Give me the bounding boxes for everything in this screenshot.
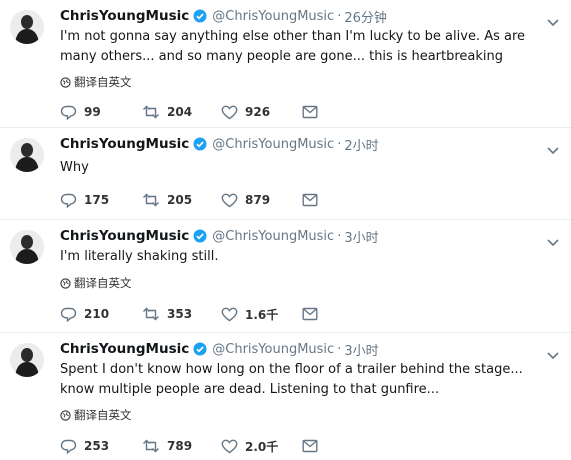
retweet-button[interactable]: 789 [142,439,192,453]
like-button[interactable]: 879 [221,193,270,208]
reply-button[interactable]: 210 [60,307,109,322]
tweet-text: I'm literally shaking still. [60,249,219,264]
retweet-count: 204 [167,105,193,119]
author-name[interactable]: ChrisYoungMusic [60,228,189,244]
retweet-icon [143,307,159,321]
timestamp[interactable]: 3小时 [344,227,378,246]
tweet-actions: 175 205 879 [60,191,360,209]
timestamp[interactable]: 2小时 [344,135,378,154]
envelope-icon [302,307,318,321]
globe-icon [60,409,71,421]
envelope-icon [302,439,318,453]
retweet-button[interactable]: 353 [142,307,192,321]
reply-button[interactable]: 175 [60,193,109,208]
reply-count: 99 [84,105,101,119]
heart-icon [221,439,238,453]
translate-link[interactable]: 翻译自英文 [60,74,132,90]
reply-icon [60,439,77,454]
timestamp[interactable]: 26分钟 [344,7,387,26]
like-count: 879 [245,193,271,207]
like-count: 2.0千 [245,439,279,454]
tweet-actions: 210 353 1.6千 [60,305,360,323]
chevron-down-icon[interactable] [547,140,559,159]
tweet-header: ChrisYoungMusic @ChrisYoungMusic · 3小时 [60,339,541,359]
author-name[interactable]: ChrisYoungMusic [60,136,189,152]
like-button[interactable]: 1.6千 [221,306,278,323]
separator-dot: · [337,136,342,152]
verified-badge-icon [193,342,207,356]
message-button[interactable] [302,105,318,119]
verified-badge-icon [193,229,207,243]
avatar[interactable] [10,138,44,172]
heart-icon [221,307,238,321]
heart-icon [221,105,238,119]
avatar[interactable] [10,343,44,377]
retweet-count: 789 [167,439,193,453]
heart-icon [221,193,238,207]
translate-link[interactable]: 翻译自英文 [60,407,132,423]
separator-dot: · [337,8,342,24]
verified-badge-icon [193,9,207,23]
timestamp[interactable]: 3小时 [344,340,378,359]
reply-button[interactable]: 253 [60,439,109,454]
envelope-icon [302,193,318,207]
reply-count: 175 [84,193,110,207]
reply-button[interactable]: 99 [60,105,101,120]
like-count: 926 [245,105,271,119]
like-button[interactable]: 926 [221,105,270,120]
translate-label: 翻译自英文 [74,75,132,89]
retweet-icon [143,105,159,119]
tweet-header: ChrisYoungMusic @ChrisYoungMusic · 26分钟 [60,6,541,26]
tweet-actions: 253 789 2.0千 [60,437,360,455]
tweet-text: Spent I don't know how long on the floor… [60,362,523,397]
envelope-icon [302,105,318,119]
author-handle[interactable]: @ChrisYoungMusic [212,9,334,24]
tweet[interactable]: ChrisYoungMusic @ChrisYoungMusic · 2小时 W… [0,128,571,220]
tweet-text: I'm not gonna say anything else other th… [60,29,526,64]
separator-dot: · [337,228,342,244]
reply-count: 253 [84,439,110,453]
reply-icon [60,307,77,322]
author-name[interactable]: ChrisYoungMusic [60,8,189,24]
tweet-header: ChrisYoungMusic @ChrisYoungMusic · 2小时 [60,134,541,154]
globe-icon [60,277,71,289]
author-name[interactable]: ChrisYoungMusic [60,341,189,357]
author-handle[interactable]: @ChrisYoungMusic [212,342,334,357]
reply-icon [60,193,77,208]
translate-link[interactable]: 翻译自英文 [60,275,132,291]
author-handle[interactable]: @ChrisYoungMusic [212,137,334,152]
tweet-text: Why [60,160,89,175]
verified-badge-icon [193,137,207,151]
translate-label: 翻译自英文 [74,276,132,290]
tweet-actions: 99 204 926 [60,103,360,121]
message-button[interactable] [302,307,318,321]
avatar[interactable] [10,230,44,264]
retweet-icon [143,439,159,453]
retweet-count: 205 [167,193,193,207]
retweet-button[interactable]: 205 [142,193,192,207]
avatar[interactable] [10,10,44,44]
like-count: 1.6千 [245,307,279,322]
reply-icon [60,105,77,120]
tweet[interactable]: ChrisYoungMusic @ChrisYoungMusic · 3小时 S… [0,333,571,460]
like-button[interactable]: 2.0千 [221,438,278,455]
message-button[interactable] [302,193,318,207]
separator-dot: · [337,341,342,357]
tweet[interactable]: ChrisYoungMusic @ChrisYoungMusic · 26分钟 … [0,0,571,128]
translate-label: 翻译自英文 [74,408,132,422]
retweet-button[interactable]: 204 [142,105,192,119]
tweet-header: ChrisYoungMusic @ChrisYoungMusic · 3小时 [60,226,541,246]
reply-count: 210 [84,307,110,321]
author-handle[interactable]: @ChrisYoungMusic [212,229,334,244]
message-button[interactable] [302,439,318,453]
retweet-count: 353 [167,307,193,321]
timeline: ChrisYoungMusic @ChrisYoungMusic · 26分钟 … [0,0,571,460]
retweet-icon [143,193,159,207]
globe-icon [60,76,71,88]
tweet[interactable]: ChrisYoungMusic @ChrisYoungMusic · 3小时 I… [0,220,571,333]
